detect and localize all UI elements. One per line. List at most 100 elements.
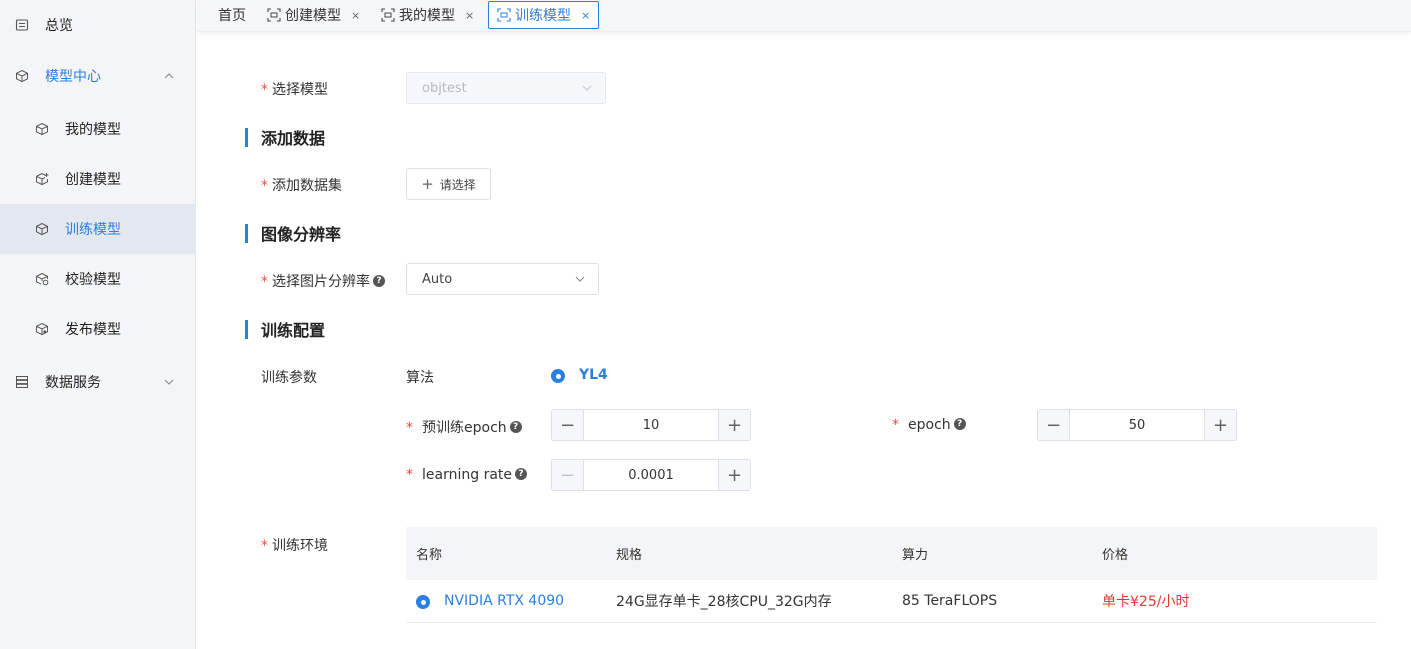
tab-train-model[interactable]: 训练模型 × — [488, 1, 600, 29]
table-row[interactable]: NVIDIA RTX 4090 24G显存单卡_28核CPU_32G内存 85 … — [406, 580, 1377, 623]
chevron-down-icon — [575, 276, 585, 282]
gpu-price: 单卡¥25/小时 — [1102, 594, 1190, 610]
section-title-resolution: 图像分辨率 — [245, 223, 341, 244]
tab-create-model[interactable]: 创建模型 × — [259, 1, 368, 29]
stepper-value[interactable]: 0.0001 — [584, 460, 718, 490]
increment-button[interactable]: + — [718, 460, 750, 490]
cube-add-icon — [35, 172, 49, 186]
required-mark: * — [261, 82, 268, 98]
chevron-down-icon — [582, 85, 592, 91]
pretrain-epoch-stepper[interactable]: − 10 + — [551, 409, 751, 441]
scan-icon — [381, 8, 395, 22]
tab-my-models[interactable]: 我的模型 × — [373, 1, 482, 29]
cube-check-icon — [35, 272, 49, 286]
sidebar-item-label: 我的模型 — [65, 122, 121, 138]
chevron-up-icon — [164, 73, 174, 79]
section-title-train-config: 训练配置 — [245, 319, 325, 340]
label-text: 添加数据集 — [272, 178, 342, 194]
sidebar-group-data-service[interactable]: 数据服务 — [0, 357, 196, 407]
required-mark: * — [261, 274, 268, 290]
sidebar-item-label: 创建模型 — [65, 172, 121, 188]
help-icon[interactable]: ? — [509, 421, 522, 433]
sidebar-group-label: 数据服务 — [45, 375, 101, 391]
learning-rate-stepper[interactable]: − 0.0001 + — [551, 459, 751, 491]
tab-label: 训练模型 — [515, 8, 571, 24]
stepper-value[interactable]: 10 — [584, 410, 718, 440]
required-mark: * — [406, 420, 413, 436]
overview-icon — [15, 18, 29, 32]
algorithm-radio[interactable] — [551, 369, 565, 383]
required-mark: * — [406, 467, 413, 483]
cube-icon — [35, 222, 49, 236]
increment-button[interactable]: + — [718, 410, 750, 440]
stepper-value[interactable]: 50 — [1070, 410, 1204, 440]
sidebar-item-my-models[interactable]: 我的模型 — [0, 104, 196, 154]
sidebar-group-model-center[interactable]: 模型中心 — [0, 51, 196, 101]
model-select[interactable]: objtest — [406, 72, 606, 104]
select-value: Auto — [422, 271, 453, 287]
help-icon[interactable]: ? — [515, 468, 528, 480]
increment-button[interactable]: + — [1204, 410, 1236, 440]
label-text: learning rate — [422, 467, 513, 483]
sidebar-item-train-model[interactable]: 训练模型 — [0, 204, 196, 254]
decrement-button[interactable]: − — [552, 410, 584, 440]
help-icon[interactable]: ? — [373, 275, 385, 287]
scan-icon — [497, 8, 511, 22]
learning-rate-label: * learning rate? — [406, 467, 528, 483]
label-text: 训练环境 — [272, 538, 328, 554]
sidebar-item-overview[interactable]: 总览 — [0, 0, 196, 50]
epoch-stepper[interactable]: − 50 + — [1037, 409, 1237, 441]
label-text: 选择模型 — [272, 82, 328, 98]
required-mark: * — [261, 178, 268, 194]
database-icon — [15, 375, 29, 389]
algorithm-value[interactable]: YL4 — [579, 367, 608, 383]
cube-icon — [15, 69, 29, 83]
sidebar-item-create-model[interactable]: 创建模型 — [0, 154, 196, 204]
section-title-add-data: 添加数据 — [245, 127, 325, 148]
tab-home[interactable]: 首页 — [210, 1, 254, 29]
sidebar-item-label: 训练模型 — [65, 222, 121, 238]
algorithm-label: 算法 — [406, 370, 434, 386]
gpu-spec: 24G显存单卡_28核CPU_32G内存 — [616, 594, 832, 610]
required-mark: * — [261, 538, 268, 554]
select-value: objtest — [422, 80, 467, 96]
train-env-table: 名称 规格 算力 价格 NVIDIA RTX 4090 24G显存单卡_28核C… — [406, 527, 1377, 623]
add-dataset-label: * 添加数据集 — [261, 175, 342, 195]
select-model-label: * 选择模型 — [261, 79, 328, 99]
sidebar-group-label: 模型中心 — [45, 69, 101, 85]
column-header-spec: 规格 — [616, 548, 643, 563]
cube-icon — [35, 122, 49, 136]
train-params-label: 训练参数 — [261, 370, 317, 386]
tab-label: 我的模型 — [399, 8, 455, 24]
select-dataset-button[interactable]: + 请选择 — [406, 168, 491, 200]
row-select-radio[interactable] — [416, 595, 430, 609]
tab-label: 创建模型 — [285, 8, 341, 24]
gpu-name[interactable]: NVIDIA RTX 4090 — [444, 580, 564, 622]
scan-icon — [267, 8, 281, 22]
gpu-power: 85 TeraFLOPS — [902, 593, 998, 609]
sidebar-item-label: 发布模型 — [65, 322, 121, 338]
sidebar-item-verify-model[interactable]: 校验模型 — [0, 254, 196, 304]
label-text: epoch — [908, 417, 951, 433]
decrement-button[interactable]: − — [1038, 410, 1070, 440]
tab-label: 首页 — [218, 8, 246, 24]
close-icon[interactable]: × — [581, 9, 590, 22]
close-icon[interactable]: × — [465, 9, 474, 22]
pretrain-epoch-label: * 预训练epoch? — [406, 417, 522, 437]
close-icon[interactable]: × — [351, 9, 360, 22]
sidebar: 总览 模型中心 我的模型 创建模型 训练模型 校验模型 发布模型 数据服务 — [0, 0, 196, 649]
table-header: 名称 规格 算力 价格 — [406, 527, 1377, 580]
sidebar-item-label: 总览 — [45, 18, 73, 34]
help-icon[interactable]: ? — [953, 418, 966, 430]
resolution-select[interactable]: Auto — [406, 263, 599, 295]
resolution-label: * 选择图片分辨率? — [261, 271, 385, 291]
plus-icon: + — [421, 175, 434, 193]
label-text: 预训练epoch — [422, 420, 507, 436]
sidebar-item-publish-model[interactable]: 发布模型 — [0, 304, 196, 354]
required-mark: * — [892, 417, 899, 433]
column-header-price: 价格 — [1102, 548, 1129, 563]
epoch-label: * epoch? — [892, 417, 966, 433]
tab-bar: 首页 创建模型 × 我的模型 × 训练模型 × — [197, 0, 1411, 32]
decrement-button[interactable]: − — [552, 460, 584, 490]
column-header-power: 算力 — [902, 548, 929, 563]
